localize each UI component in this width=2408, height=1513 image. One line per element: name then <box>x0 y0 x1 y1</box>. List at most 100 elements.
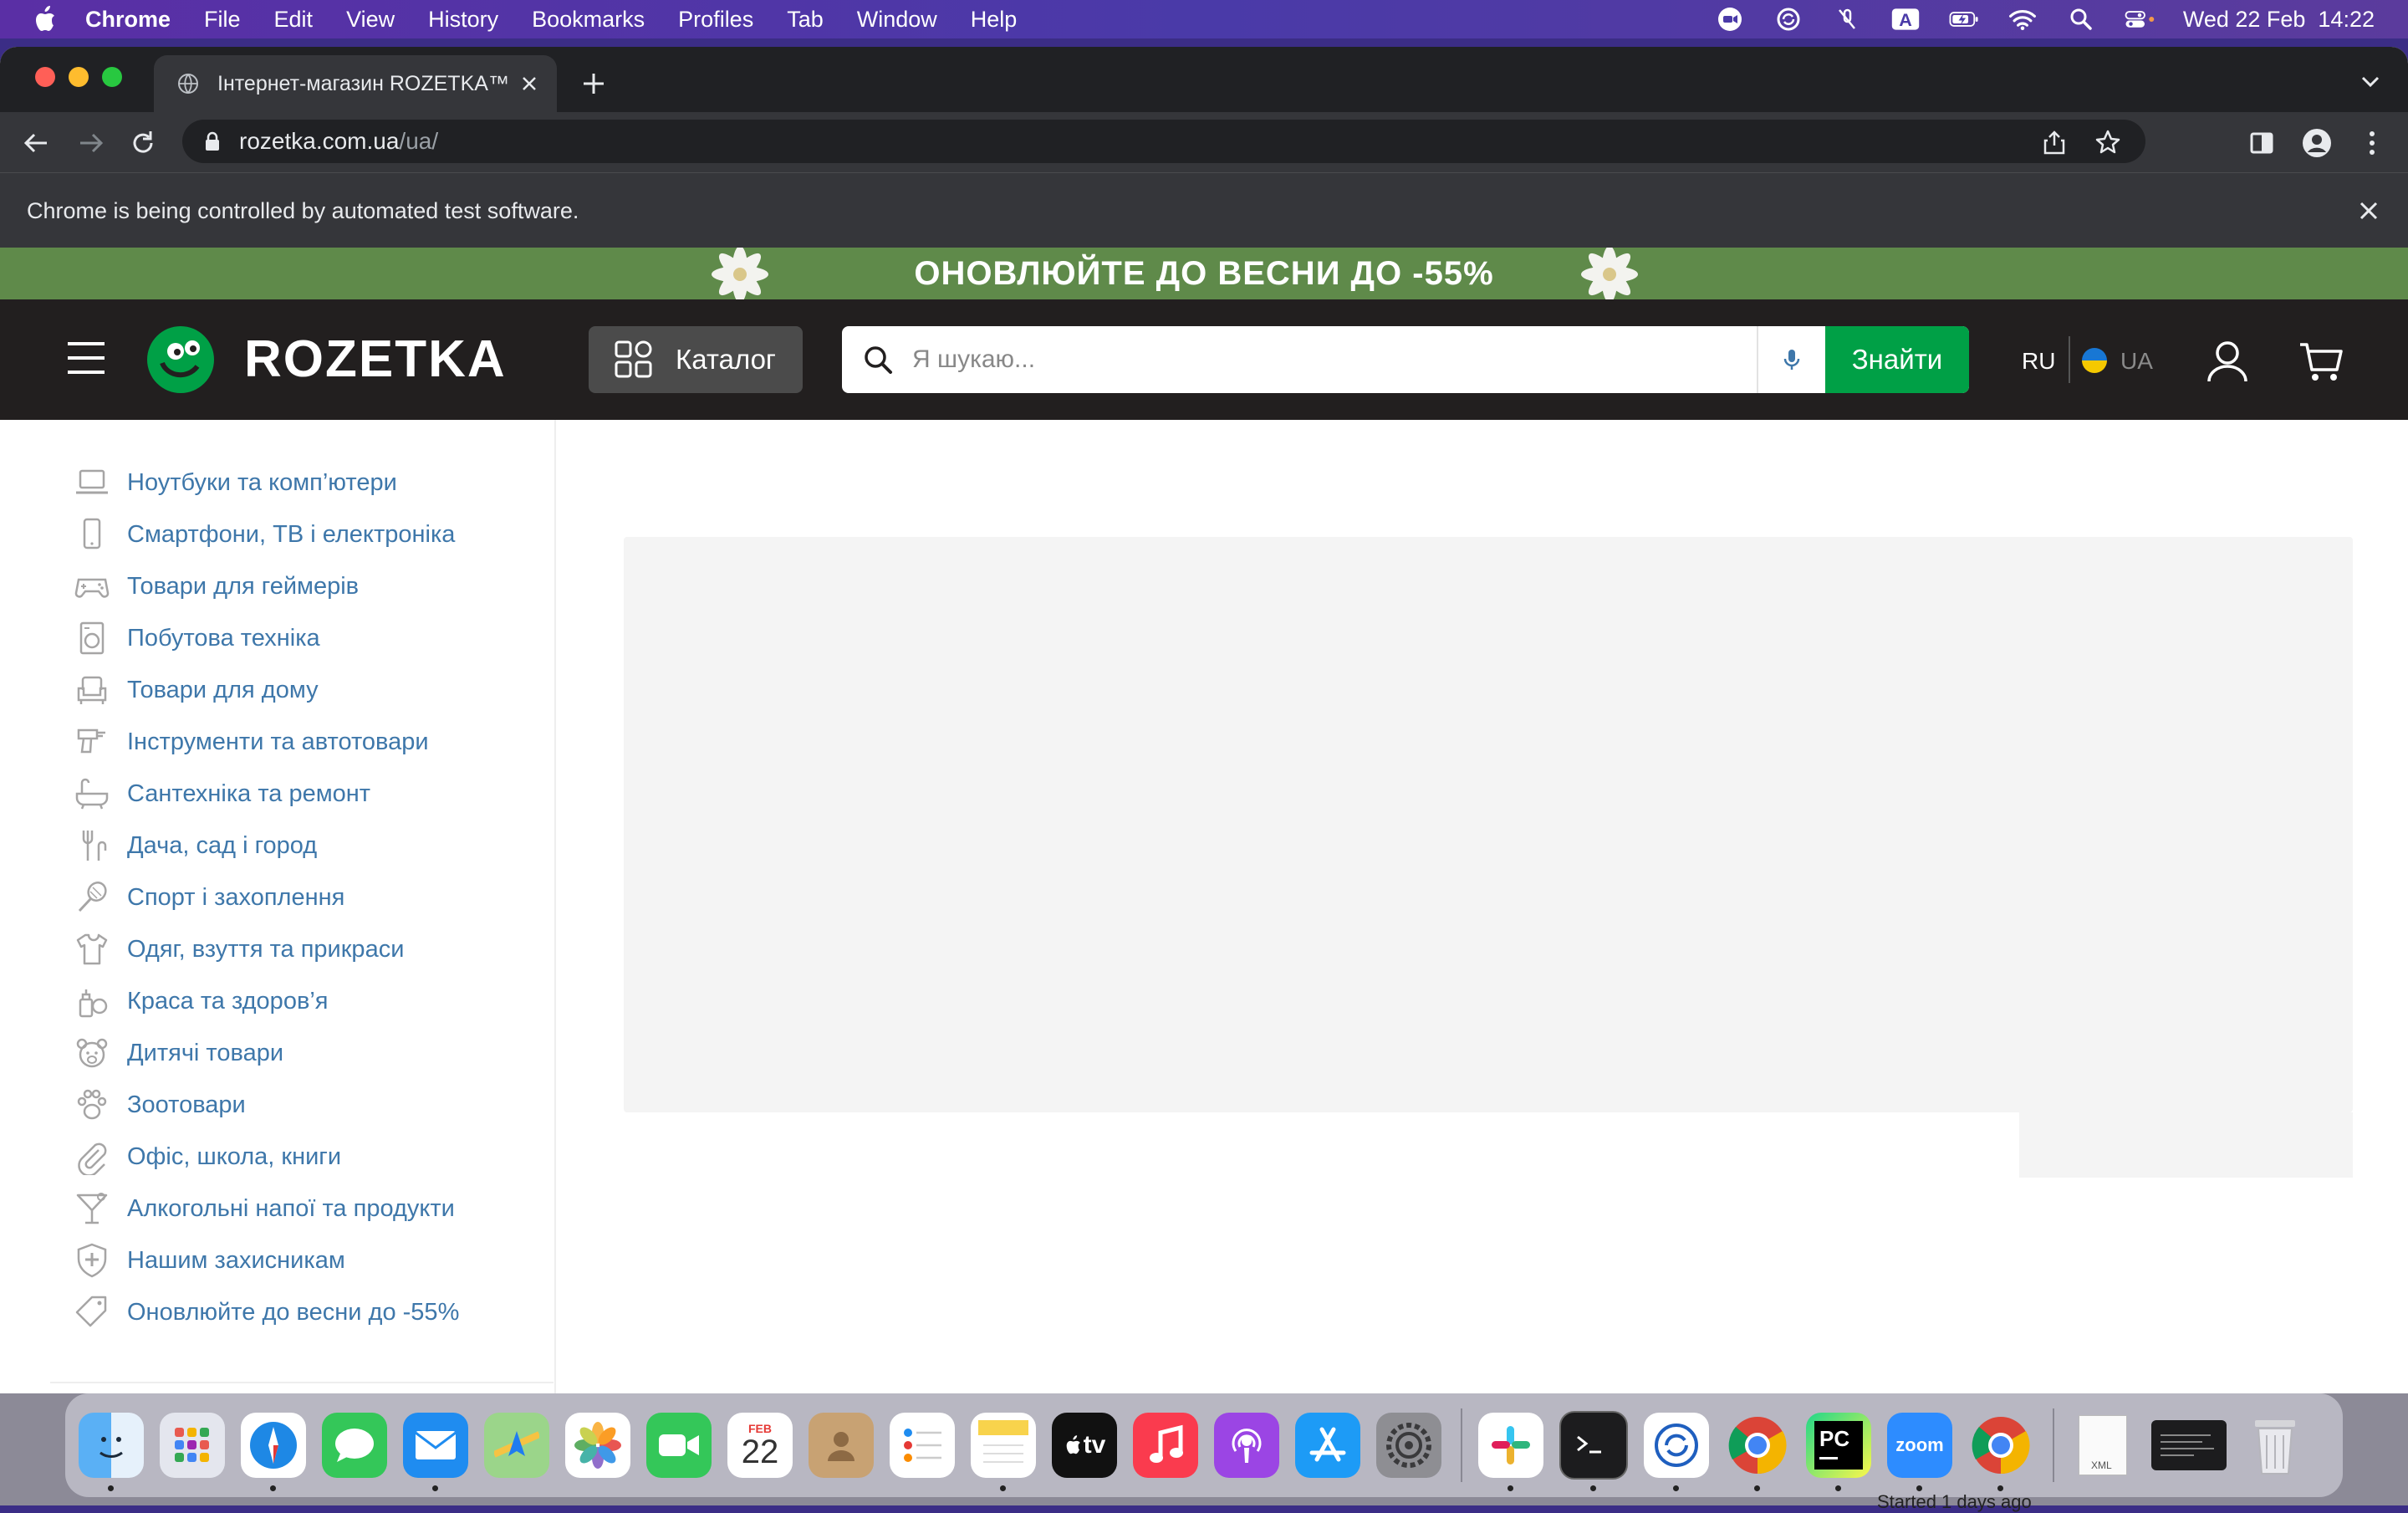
category-item[interactable]: Дитячі товари <box>74 1027 459 1079</box>
zoom-icon[interactable] <box>1715 8 1745 31</box>
contacts-icon[interactable] <box>809 1413 874 1478</box>
slack-icon[interactable] <box>1478 1413 1543 1491</box>
new-tab-icon[interactable] <box>579 69 609 99</box>
side-panel-icon[interactable] <box>2246 127 2278 159</box>
category-item[interactable]: Офіс, школа, книги <box>74 1131 459 1183</box>
menu-view[interactable]: View <box>346 7 395 33</box>
maps-icon[interactable] <box>484 1413 549 1478</box>
category-item[interactable]: Смартфони, ТВ і електроніка <box>74 509 459 560</box>
reload-icon[interactable] <box>127 127 159 159</box>
armchair-icon <box>74 672 110 708</box>
menu-file[interactable]: File <box>204 7 241 33</box>
battery-icon[interactable] <box>1949 8 1979 31</box>
lang-ua-button[interactable]: UA <box>2120 348 2153 375</box>
microphone-icon[interactable] <box>1757 326 1825 393</box>
hamburger-menu-icon[interactable] <box>65 340 107 376</box>
paperclip-icon <box>74 1138 110 1175</box>
reminders-icon[interactable] <box>890 1413 955 1478</box>
apple-menu-icon[interactable] <box>32 5 57 33</box>
catalog-button[interactable]: Каталог <box>589 326 803 393</box>
active-tab[interactable]: Інтернет-магазин ROZETKA™ <box>154 55 557 112</box>
category-item[interactable]: Дача, сад і город <box>74 820 459 872</box>
share-icon[interactable] <box>2040 128 2069 156</box>
notes-icon[interactable] <box>971 1413 1036 1491</box>
control-center-icon[interactable] <box>2125 8 2155 31</box>
user-account-icon[interactable] <box>2204 338 2251 385</box>
category-item[interactable]: Товари для геймерів <box>74 560 459 612</box>
facetime-icon[interactable] <box>646 1413 712 1478</box>
rozetka-logo-icon[interactable] <box>145 325 216 395</box>
category-item[interactable]: Зоотовари <box>74 1079 459 1131</box>
category-item[interactable]: Сантехніка та ремонт <box>74 768 459 820</box>
menu-profiles[interactable]: Profiles <box>678 7 753 33</box>
pycharm-icon[interactable]: PC <box>1806 1413 1871 1491</box>
search-submit-button[interactable]: Знайти <box>1825 326 1969 393</box>
apple-tv-icon[interactable]: tv <box>1052 1413 1117 1478</box>
music-icon[interactable] <box>1133 1413 1198 1478</box>
mute-icon[interactable] <box>1832 8 1862 31</box>
sync-icon[interactable] <box>1773 8 1803 31</box>
address-bar[interactable]: rozetka.com.ua/ua/ <box>182 120 2145 163</box>
system-settings-icon[interactable] <box>1376 1413 1441 1478</box>
menu-edit[interactable]: Edit <box>274 7 314 33</box>
xml-document-icon[interactable]: XML <box>2070 1413 2135 1478</box>
terminal-window-thumbnail-icon[interactable] <box>2151 1420 2227 1470</box>
menu-tab[interactable]: Tab <box>787 7 824 33</box>
chrome-icon[interactable] <box>1725 1413 1790 1491</box>
category-item[interactable]: Інструменти та автотовари <box>74 716 459 768</box>
tab-search-chevron-icon[interactable] <box>2358 69 2383 94</box>
promo-banner[interactable]: ОНОВЛЮЙТЕ ДО ВЕСНИ ДО -55% <box>0 248 2408 299</box>
back-arrow-icon[interactable] <box>20 127 52 159</box>
menu-window[interactable]: Window <box>857 7 937 33</box>
category-item[interactable]: Оновлюйте до весни до -55% <box>74 1286 459 1338</box>
trash-icon[interactable] <box>2242 1413 2308 1478</box>
podcasts-icon[interactable] <box>1214 1413 1279 1478</box>
safari-icon[interactable] <box>241 1413 306 1491</box>
search-input[interactable] <box>911 326 1757 393</box>
browser-toolbar: rozetka.com.ua/ua/ <box>0 112 2408 172</box>
washing-machine-icon <box>74 620 110 657</box>
close-tab-icon[interactable] <box>517 71 542 96</box>
category-item[interactable]: Одяг, взуття та прикраси <box>74 923 459 975</box>
app-store-icon[interactable] <box>1295 1413 1360 1478</box>
category-item[interactable]: Краса та здоров’я <box>74 975 459 1027</box>
spotlight-icon[interactable] <box>2066 8 2096 31</box>
category-item[interactable]: Алкогольні напої та продукти <box>74 1183 459 1234</box>
category-item[interactable]: Товари для дому <box>74 664 459 716</box>
minimize-window-button[interactable] <box>69 67 89 87</box>
bookmark-star-icon[interactable] <box>2094 128 2122 156</box>
forward-arrow-icon[interactable] <box>75 127 107 159</box>
category-item[interactable]: Побутова техніка <box>74 612 459 664</box>
lang-ru-button[interactable]: RU <box>2022 348 2055 375</box>
profile-avatar-icon[interactable] <box>2301 127 2333 159</box>
sync-app-icon[interactable] <box>1644 1413 1709 1491</box>
menu-help[interactable]: Help <box>971 7 1018 33</box>
category-item[interactable]: Нашим захисникам <box>74 1234 459 1286</box>
chrome-canary-icon[interactable] <box>1968 1413 2033 1491</box>
category-item[interactable]: Ноутбуки та комп’ютери <box>74 457 459 509</box>
laptop-icon <box>74 464 110 501</box>
menu-bookmarks[interactable]: Bookmarks <box>532 7 645 33</box>
shopping-cart-icon[interactable] <box>2298 338 2344 385</box>
lock-icon[interactable] <box>204 131 221 151</box>
close-infobar-icon[interactable] <box>2354 197 2383 225</box>
category-item[interactable]: Спорт і захоплення <box>74 872 459 923</box>
menu-history[interactable]: History <box>428 7 498 33</box>
kebab-menu-icon[interactable] <box>2356 127 2388 159</box>
rozetka-logo-text[interactable]: ROZETKA <box>244 330 507 389</box>
close-window-button[interactable] <box>35 67 55 87</box>
messages-icon[interactable] <box>322 1413 387 1478</box>
calendar-icon[interactable]: FEB 22 <box>727 1413 793 1478</box>
keyboard-a-icon[interactable]: A <box>1890 8 1921 31</box>
finder-icon[interactable] <box>79 1413 144 1491</box>
mac-dock: FEB 22 tv PC zoom XML <box>65 1393 2343 1497</box>
launchpad-icon[interactable] <box>160 1413 225 1478</box>
menu-app-name[interactable]: Chrome <box>85 7 171 33</box>
menubar-clock[interactable]: Wed 22 Feb 14:22 <box>2183 7 2375 33</box>
photos-icon[interactable] <box>565 1413 630 1478</box>
zoom-window-button[interactable] <box>102 67 122 87</box>
zoom-app-icon[interactable]: zoom <box>1887 1413 1952 1491</box>
wifi-icon[interactable] <box>2008 8 2038 31</box>
terminal-icon[interactable] <box>1559 1411 1628 1491</box>
mail-icon[interactable] <box>403 1413 468 1491</box>
